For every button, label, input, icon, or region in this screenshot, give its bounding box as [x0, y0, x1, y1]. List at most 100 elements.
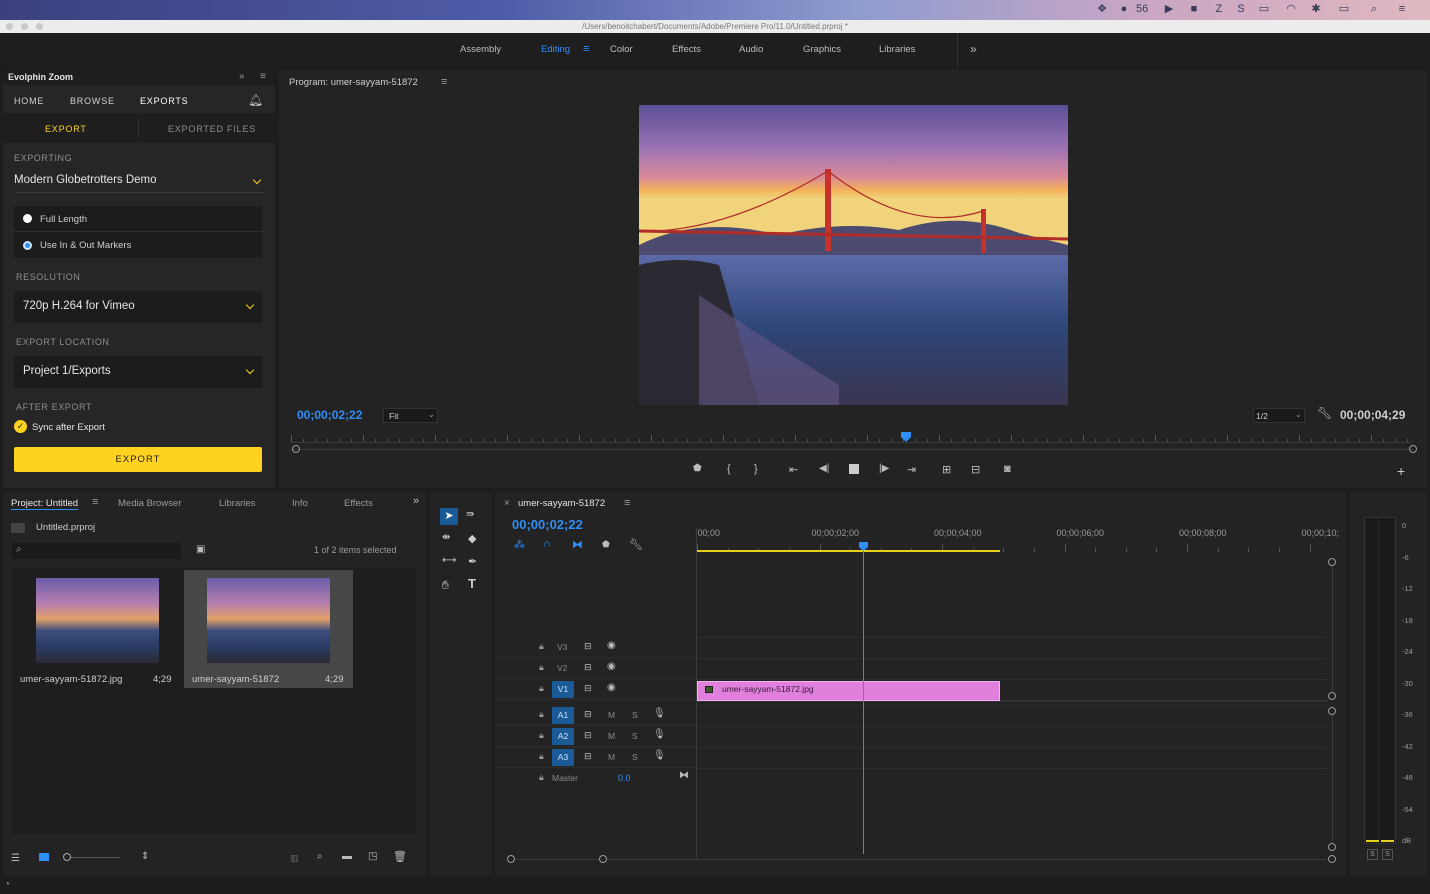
add-marker-icon[interactable]: ⬟ — [602, 539, 610, 550]
work-area-bar[interactable] — [697, 550, 1000, 552]
tab-exports[interactable]: EXPORTS — [140, 96, 188, 106]
more-workspaces-icon[interactable]: » — [970, 42, 977, 56]
panel-expand-icon[interactable]: » — [239, 71, 245, 82]
icon-view-icon[interactable] — [39, 853, 49, 861]
exporting-select[interactable]: Modern Globetrotters Demo — [14, 171, 264, 193]
go-to-out-icon[interactable]: ⇥ — [907, 463, 916, 476]
go-to-master-icon[interactable]: ⧓ — [679, 770, 689, 781]
timeline-zoom-handle-left[interactable] — [507, 855, 515, 863]
lock-icon[interactable]: 🔒︎ — [539, 709, 544, 720]
linked-selection-icon[interactable]: ⧓ — [572, 538, 583, 551]
mark-in-icon[interactable]: { — [727, 463, 731, 475]
dropbox-icon[interactable]: ❖ — [1096, 3, 1108, 15]
razor-tool-icon[interactable]: ◆ — [468, 532, 476, 545]
ripple-edit-tool-icon[interactable]: ⇼ — [442, 532, 450, 543]
zoom-slider-handle[interactable] — [63, 853, 71, 861]
v1-clip[interactable]: umer-sayyam-51872.jpg — [697, 681, 1000, 701]
workspace-editing[interactable]: Editing — [541, 44, 570, 55]
tab-info[interactable]: Info — [292, 498, 308, 509]
sync-lock-icon[interactable]: ⊟ — [584, 683, 592, 694]
timeline-zoom-bar[interactable] — [511, 859, 1326, 860]
new-search-bin-icon[interactable]: ▣ — [196, 544, 205, 555]
wifi-icon[interactable]: ◠ — [1285, 3, 1297, 15]
radio-full-length[interactable]: Full Length — [14, 206, 262, 232]
snap-icon[interactable]: ∩ — [543, 538, 551, 550]
sync-lock-icon[interactable]: ⊟ — [584, 662, 592, 673]
audio-scroll-handle-bottom[interactable] — [1328, 843, 1336, 851]
trash-icon[interactable]: 🗑︎ — [393, 850, 407, 863]
track-target-button[interactable]: A1 — [552, 707, 574, 724]
sync-after-export-checkbox[interactable]: ✓ Sync after Export — [14, 420, 214, 436]
track-select-tool-icon[interactable]: ⇛ — [466, 509, 474, 520]
slip-tool-icon[interactable]: ⟷ — [442, 555, 456, 566]
sort-icon[interactable]: ⇕ — [141, 851, 149, 862]
solo-right-button[interactable]: S — [1382, 849, 1393, 860]
mute-button[interactable]: M — [608, 752, 615, 762]
track-target-button[interactable]: A3 — [552, 749, 574, 766]
tab-effects[interactable]: Effects — [344, 498, 373, 509]
pen-tool-icon[interactable]: ✒ — [468, 555, 477, 568]
panel-menu-icon[interactable]: ≡ — [624, 497, 630, 509]
workspace-graphics[interactable]: Graphics — [803, 44, 841, 55]
project-item[interactable]: umer-sayyam-51872.jpg 4;29 — [12, 570, 182, 688]
master-volume[interactable]: 0.0 — [618, 773, 631, 783]
zotero-icon[interactable]: Z — [1213, 3, 1225, 15]
tab-project[interactable]: Project: Untitled — [11, 498, 79, 510]
mute-button[interactable]: M — [608, 710, 615, 720]
workspace-effects[interactable]: Effects — [672, 44, 701, 55]
notification-bell-icon[interactable]: 🔔︎ — [248, 93, 263, 107]
zoom-slider[interactable] — [64, 857, 120, 858]
timeline-zoom-handle-end[interactable] — [1328, 855, 1336, 863]
wrench-icon[interactable]: 🔧︎ — [629, 538, 643, 551]
track-target-button[interactable]: V1 — [552, 681, 574, 698]
camera-icon[interactable]: ▶ — [1163, 3, 1175, 15]
video-scroll-handle-bottom[interactable] — [1328, 692, 1336, 700]
find-icon[interactable]: ⌕ — [317, 851, 323, 862]
audio-scrollbar[interactable] — [1332, 715, 1333, 843]
sync-lock-icon[interactable]: ⊟ — [584, 751, 592, 762]
go-to-in-icon[interactable]: ⇤ — [789, 463, 798, 476]
project-search-input[interactable]: ⌕ — [12, 543, 181, 559]
export-button[interactable]: EXPORT — [14, 447, 262, 472]
playback-resolution-select[interactable]: 1/2 ⌄ — [1253, 408, 1305, 423]
timeline-playhead[interactable] — [859, 542, 869, 551]
list-view-icon[interactable]: ☰ — [11, 853, 20, 864]
track-label[interactable]: V2 — [557, 663, 567, 673]
new-item-icon[interactable]: ◳ — [368, 851, 377, 862]
panel-menu-icon[interactable]: ≡ — [92, 496, 98, 508]
type-tool-icon[interactable]: T — [468, 576, 476, 591]
sync-lock-icon[interactable]: ⊟ — [584, 641, 592, 652]
zoom-handle-left[interactable] — [292, 445, 300, 453]
lock-icon[interactable]: 🔒︎ — [539, 751, 544, 762]
button-editor-plus-icon[interactable]: + — [1397, 463, 1405, 479]
workspace-menu-icon[interactable]: ≡ — [583, 43, 589, 55]
sequence-tab[interactable]: umer-sayyam-51872 — [518, 498, 605, 509]
search-icon[interactable]: ⌕ — [1368, 3, 1380, 15]
track-label[interactable]: V3 — [557, 642, 567, 652]
eye-icon[interactable]: ◉ — [607, 682, 616, 693]
lock-icon[interactable]: 🔒︎ — [539, 662, 544, 673]
lift-icon[interactable]: ⊞ — [942, 463, 951, 476]
stop-icon[interactable] — [849, 464, 859, 474]
microphone-icon[interactable]: 🎙︎ — [653, 729, 666, 740]
mark-out-icon[interactable]: } — [754, 463, 758, 475]
solo-left-button[interactable]: S — [1367, 849, 1378, 860]
workspace-libraries[interactable]: Libraries — [879, 44, 915, 55]
video-scrollbar[interactable] — [1332, 566, 1333, 692]
sync-lock-icon[interactable]: ⊟ — [584, 730, 592, 741]
lock-icon[interactable]: 🔒︎ — [539, 730, 544, 741]
selection-tool-icon[interactable]: ➤ — [440, 508, 458, 525]
timeline-timecode[interactable]: 00;00;02;22 — [512, 517, 583, 532]
lock-icon[interactable]: 🔒︎ — [539, 683, 544, 694]
nest-icon[interactable]: ⁂ — [514, 538, 525, 551]
wrench-icon[interactable]: 🔧︎ — [1317, 406, 1332, 420]
step-back-icon[interactable]: ◀| — [819, 463, 829, 474]
zoom-bar[interactable] — [291, 449, 1413, 450]
keyboard-icon[interactable]: ■ — [1188, 3, 1200, 15]
extract-icon[interactable]: ⊟ — [971, 463, 980, 476]
tab-home[interactable]: HOME — [14, 96, 44, 106]
solo-button[interactable]: S — [632, 752, 638, 762]
zoom-handle-right[interactable] — [1409, 445, 1417, 453]
hand-tool-icon[interactable]: ✋︎ — [442, 578, 449, 593]
program-current-timecode[interactable]: 00;00;02;22 — [297, 408, 362, 422]
